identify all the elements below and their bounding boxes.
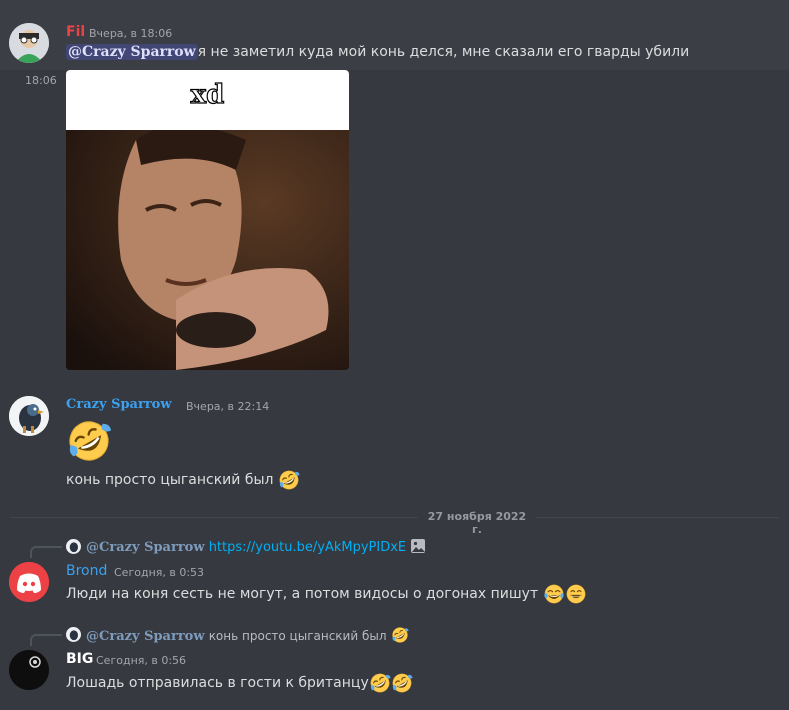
image-icon bbox=[411, 539, 426, 553]
rofl-emoji-icon[interactable] bbox=[278, 469, 300, 491]
message-text: Лошадь отправилась в гости к британцу bbox=[66, 675, 369, 691]
rofl-emoji-icon[interactable] bbox=[369, 672, 391, 694]
gif-caption-bar: xd bbox=[66, 70, 349, 130]
reply-preview[interactable]: @Crazy Sparrow конь просто цыганский был bbox=[86, 626, 409, 644]
reply-link[interactable]: https://youtu.be/yAkMpyPIDxE bbox=[209, 540, 406, 555]
author-name-crazy-sparrow[interactable]: Crazy Sparrow bbox=[66, 397, 172, 412]
gif-message-timestamp: 18:06 bbox=[25, 74, 57, 87]
avatar-big[interactable] bbox=[9, 650, 49, 690]
date-divider-label: 27 ноября 2022 г. bbox=[427, 510, 527, 536]
avatar-crazy-sparrow-image bbox=[9, 396, 49, 436]
message-timestamp: Вчера, в 22:14 bbox=[186, 400, 270, 413]
reply-author[interactable]: @Crazy Sparrow bbox=[86, 540, 205, 555]
avatar-fil-image bbox=[9, 23, 49, 63]
reply-avatar-crazy-sparrow bbox=[66, 539, 81, 554]
date-divider-line-left bbox=[10, 517, 418, 518]
author-name-big[interactable]: BIG bbox=[66, 651, 93, 667]
rofl-emoji-icon[interactable] bbox=[391, 672, 413, 694]
avatar-fil[interactable] bbox=[9, 23, 49, 63]
date-divider-line-right bbox=[536, 517, 779, 518]
avatar-big-image bbox=[9, 650, 49, 690]
message-text: я не заметил куда мой конь делся, мне ск… bbox=[197, 44, 690, 60]
message-timestamp: Вчера, в 18:06 bbox=[89, 27, 173, 40]
reply-author[interactable]: @Crazy Sparrow bbox=[86, 629, 205, 644]
rofl-emoji-icon bbox=[391, 626, 409, 644]
reply-connector bbox=[30, 546, 62, 558]
message-timestamp: Сегодня, в 0:56 bbox=[96, 654, 187, 667]
joy-emoji-icon[interactable] bbox=[543, 583, 565, 605]
mention-crazy-sparrow[interactable]: @Crazy Sparrow bbox=[66, 44, 198, 60]
reply-text: конь просто цыганский был bbox=[208, 629, 387, 643]
reply-connector bbox=[30, 634, 62, 646]
gif-embed[interactable]: xd bbox=[66, 70, 349, 370]
message-timestamp: Сегодня, в 0:53 bbox=[114, 566, 205, 579]
message-content: @Crazy Sparrow я не заметил куда мой конь… bbox=[66, 44, 689, 60]
gif-image bbox=[66, 130, 349, 370]
discord-logo-icon bbox=[9, 562, 49, 602]
avatar-crazy-sparrow[interactable] bbox=[9, 396, 49, 436]
gif-caption-text: xd bbox=[190, 79, 225, 110]
reply-preview[interactable]: @Crazy Sparrow https://youtu.be/yAkMpyPI… bbox=[86, 538, 426, 555]
message-content: конь просто цыганский был bbox=[66, 469, 300, 491]
message-text: конь просто цыганский был bbox=[66, 472, 274, 488]
message-text: Люди на коня сесть не могут, а потом вид… bbox=[66, 586, 539, 602]
reply-avatar-crazy-sparrow bbox=[66, 627, 81, 642]
grin-emoji-icon[interactable] bbox=[565, 583, 587, 605]
author-name-brond[interactable]: Brond bbox=[66, 563, 107, 579]
author-name-fil[interactable]: Fil bbox=[66, 24, 85, 40]
message-content: Лошадь отправилась в гости к британцу bbox=[66, 672, 413, 694]
rofl-emoji-icon[interactable] bbox=[66, 418, 112, 464]
avatar-brond[interactable] bbox=[9, 562, 49, 602]
message-content: Люди на коня сесть не могут, а потом вид… bbox=[66, 583, 587, 605]
